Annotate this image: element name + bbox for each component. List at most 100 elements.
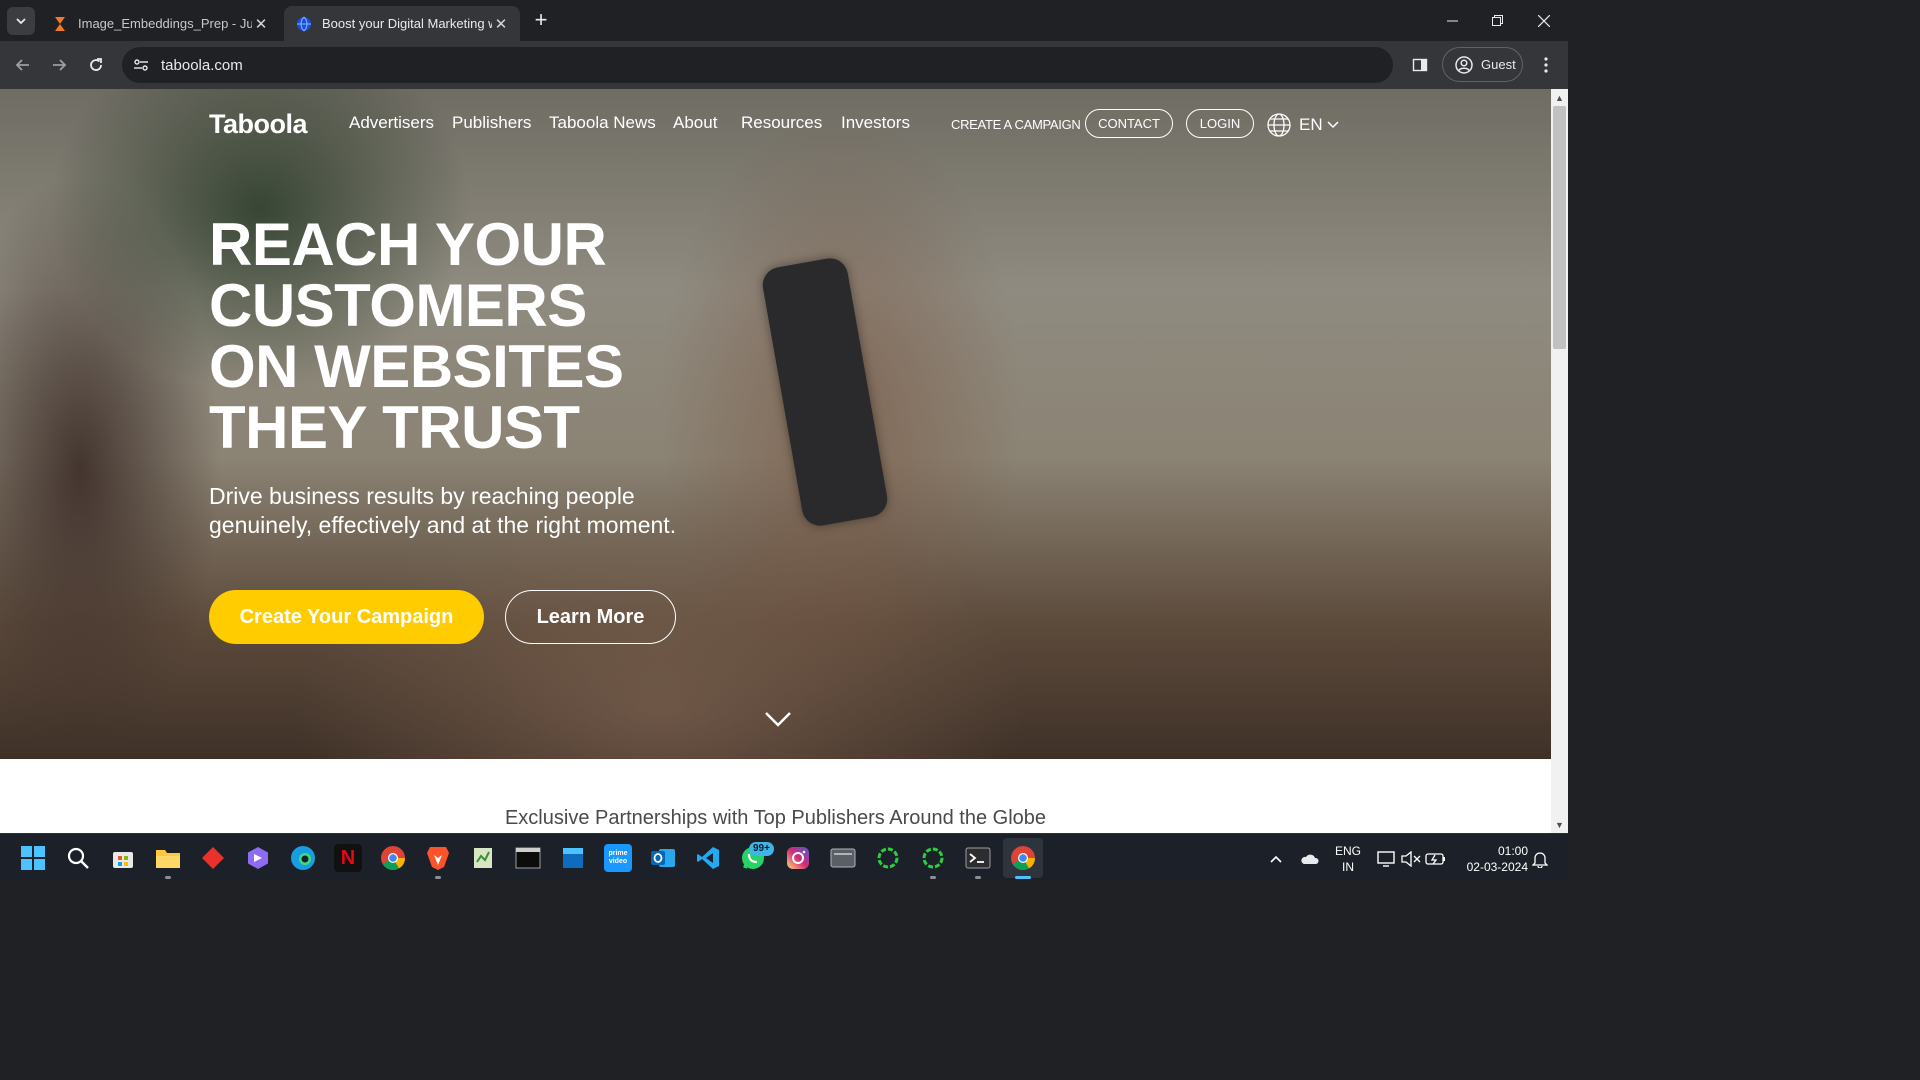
outlook-icon[interactable] [649, 844, 677, 872]
show-hidden-icons-chevron-icon[interactable] [1266, 834, 1286, 883]
system-clock[interactable]: 01:00 02-03-2024 [1458, 843, 1528, 875]
windows-taskbar: N prime video 99+ ENG IN 01:00 02-03-202… [0, 833, 1568, 882]
chrome-active-icon[interactable] [1003, 838, 1043, 878]
battery-charging-icon[interactable] [1424, 834, 1448, 883]
scroll-down-arrow-icon[interactable]: ▼ [1551, 816, 1568, 833]
contact-button[interactable]: CONTACT [1085, 109, 1173, 138]
tab-jupyter[interactable]: Image_Embeddings_Prep - Jupy ✕ [40, 6, 280, 41]
reload-button[interactable] [82, 51, 110, 79]
nav-about[interactable]: About [673, 113, 717, 133]
arrow-right-icon [53, 59, 67, 71]
reload-icon [90, 58, 102, 71]
learn-more-button[interactable]: Learn More [505, 590, 676, 644]
hero-headline-line: CUSTOMERS [209, 272, 587, 339]
nav-publishers[interactable]: Publishers [452, 113, 531, 133]
scroll-up-arrow-icon[interactable]: ▲ [1551, 89, 1568, 106]
close-icon[interactable]: ✕ [252, 15, 270, 33]
instagram-icon[interactable] [784, 844, 812, 872]
back-button[interactable] [9, 51, 37, 79]
hero-headline-line: ON WEBSITES [209, 333, 624, 400]
minimize-icon [1446, 20, 1458, 22]
tab-search-button[interactable] [7, 7, 35, 35]
profile-button[interactable]: Guest [1442, 47, 1523, 82]
tab-title: Image_Embeddings_Prep - Jupy [78, 16, 252, 31]
loading-ring-icon[interactable] [919, 844, 947, 872]
create-your-campaign-button[interactable]: Create Your Campaign [209, 590, 484, 644]
forward-button[interactable] [45, 51, 73, 79]
chevron-down-icon [16, 18, 26, 25]
close-icon[interactable]: ✕ [492, 15, 510, 33]
chrome-icon[interactable] [379, 844, 407, 872]
microsoft-store-icon[interactable] [109, 844, 137, 872]
chevron-down-icon [1327, 120, 1339, 128]
page-viewport: Taboola Advertisers Publishers Taboola N… [0, 89, 1551, 833]
side-panel-icon [1412, 58, 1428, 72]
browser-menu-button[interactable] [1534, 53, 1558, 77]
running-indicator [975, 876, 981, 879]
terminal-window-icon[interactable] [514, 844, 542, 872]
edge-browser-icon[interactable] [289, 844, 317, 872]
language-label: EN [1299, 114, 1323, 134]
url-text[interactable]: taboola.com [161, 57, 243, 74]
hero-section: Taboola Advertisers Publishers Taboola N… [0, 89, 1551, 759]
hero-subtitle: Drive business results by reaching peopl… [209, 482, 729, 540]
minimize-button[interactable] [1429, 0, 1475, 41]
file-explorer-icon[interactable] [154, 844, 182, 872]
site-settings-icon[interactable] [131, 55, 151, 75]
loading-ring-icon[interactable] [874, 844, 902, 872]
running-indicator [435, 876, 441, 879]
new-tab-button[interactable]: + [529, 9, 553, 33]
clock-time: 01:00 [1497, 844, 1528, 858]
nav-taboola-news[interactable]: Taboola News [549, 113, 656, 133]
scroll-down-chevron-icon[interactable] [764, 709, 792, 729]
calendar-app-icon[interactable] [559, 844, 587, 872]
netflix-icon[interactable]: N [334, 844, 362, 872]
hero-headline-line: REACH YOUR [209, 211, 607, 278]
prime-video-icon[interactable]: prime video [604, 844, 632, 872]
language-code: ENG [1334, 844, 1361, 858]
address-bar[interactable]: taboola.com [122, 47, 1393, 83]
browser-tab-bar: Image_Embeddings_Prep - Jupy ✕ Boost you… [0, 0, 1568, 41]
brave-browser-icon[interactable] [424, 844, 452, 872]
close-window-button[interactable] [1521, 0, 1567, 41]
taboola-logo[interactable]: Taboola [209, 109, 308, 140]
hero-subtitle-line: Drive business results by reaching peopl… [209, 483, 635, 509]
nav-resources[interactable]: Resources [741, 113, 822, 133]
app-red-diamond-icon[interactable] [199, 844, 227, 872]
onedrive-cloud-icon[interactable] [1296, 834, 1322, 883]
region-code: IN [1342, 860, 1354, 874]
vscode-icon[interactable] [694, 844, 722, 872]
scrollbar-thumb[interactable] [1553, 106, 1566, 349]
hero-subtitle-line: genuinely, effectively and at the right … [209, 512, 677, 538]
close-icon [1538, 14, 1550, 27]
arrow-left-icon [15, 59, 29, 71]
restore-icon [1491, 15, 1503, 26]
clock-date: 02-03-2024 [1466, 860, 1528, 874]
nav-advertisers[interactable]: Advertisers [349, 113, 434, 133]
browser-toolbar: taboola.com Guest [0, 41, 1568, 89]
language-selector[interactable]: EN [1267, 112, 1339, 137]
search-icon[interactable] [64, 844, 92, 872]
hourglass-icon [52, 16, 68, 32]
tab-taboola[interactable]: Boost your Digital Marketing w ✕ [284, 6, 520, 41]
globe-icon [296, 16, 312, 32]
virtual-desktop-icon[interactable] [829, 844, 857, 872]
create-campaign-link[interactable]: CREATE A CAMPAIGN [951, 117, 1081, 132]
tab-title: Boost your Digital Marketing w [322, 16, 492, 31]
volume-muted-icon[interactable] [1400, 834, 1422, 883]
nav-investors[interactable]: Investors [841, 113, 910, 133]
login-button[interactable]: LOGIN [1186, 109, 1254, 138]
notifications-bell-icon[interactable] [1530, 834, 1550, 883]
globe-icon [1267, 112, 1291, 137]
notes-app-icon[interactable] [469, 844, 497, 872]
active-indicator [1015, 876, 1031, 879]
network-icon[interactable] [1376, 834, 1396, 883]
powershell-terminal-icon[interactable] [964, 844, 992, 872]
windows-start-icon[interactable] [19, 844, 47, 872]
input-language-indicator[interactable]: ENG IN [1330, 843, 1366, 875]
side-panel-button[interactable] [1408, 53, 1432, 77]
page-scrollbar[interactable]: ▲ ▼ [1551, 89, 1568, 833]
restore-button[interactable] [1474, 0, 1520, 41]
account-circle-icon [1455, 55, 1473, 74]
app-purple-hexagon-icon[interactable] [244, 844, 272, 872]
